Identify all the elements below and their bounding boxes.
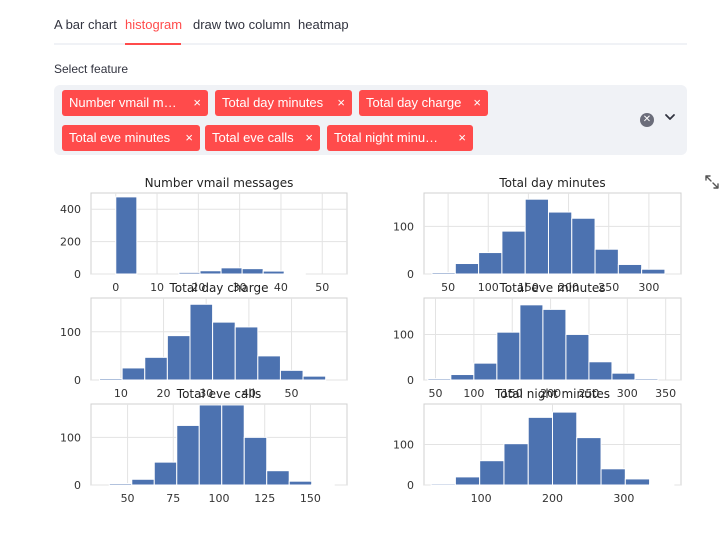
chart-title: Total night minutes bbox=[494, 387, 610, 401]
histogram-bar bbox=[257, 355, 281, 381]
histogram-bar bbox=[283, 272, 306, 275]
y-tick-label: 400 bbox=[60, 203, 81, 216]
histogram-bar bbox=[576, 437, 602, 486]
x-tick-label: 350 bbox=[655, 387, 676, 400]
x-tick-label: 300 bbox=[617, 387, 638, 400]
y-tick-label: 100 bbox=[60, 431, 81, 444]
histogram-bar bbox=[241, 268, 264, 275]
y-tick-label: 100 bbox=[393, 328, 414, 341]
histogram-bar bbox=[524, 198, 549, 275]
x-tick-label: 50 bbox=[121, 492, 135, 505]
x-tick-label: 10 bbox=[150, 281, 164, 294]
x-tick-label: 0 bbox=[112, 281, 119, 294]
histogram-bar bbox=[131, 478, 155, 486]
histogram-bar bbox=[501, 230, 526, 275]
histogram-bar bbox=[221, 404, 245, 486]
histogram-bar bbox=[611, 372, 636, 381]
histogram-bar bbox=[279, 369, 304, 381]
histogram-bar bbox=[634, 378, 659, 381]
histogram-bar bbox=[624, 478, 651, 486]
x-tick-label: 300 bbox=[613, 492, 634, 505]
histogram-bar bbox=[427, 378, 452, 381]
y-tick-label: 0 bbox=[407, 374, 414, 387]
x-tick-label: 20 bbox=[157, 387, 171, 400]
histogram-bar bbox=[288, 480, 313, 486]
x-tick-label: 50 bbox=[441, 281, 455, 294]
chart-title: Total day minutes bbox=[498, 176, 605, 190]
x-tick-label: 100 bbox=[471, 492, 492, 505]
histogram-bar bbox=[527, 416, 554, 486]
histogram-bar bbox=[519, 304, 544, 381]
histogram-bar bbox=[617, 263, 643, 275]
histogram-bar bbox=[121, 367, 146, 381]
histogram-bar bbox=[266, 470, 290, 486]
histogram-bar bbox=[641, 268, 666, 275]
histogram-bar bbox=[302, 375, 327, 381]
histogram-bar bbox=[431, 272, 456, 275]
histogram-bar bbox=[212, 321, 236, 381]
histogram-grid: 0 10 20 30 40 500200400Number vmail messages5… bbox=[60, 176, 682, 505]
histogram-bar bbox=[176, 424, 200, 486]
histogram-bar bbox=[547, 211, 573, 275]
histogram-bar bbox=[594, 248, 619, 275]
y-tick-label: 100 bbox=[393, 439, 414, 452]
x-tick-label: 200 bbox=[542, 492, 563, 505]
histogram-bar bbox=[565, 333, 590, 381]
x-tick-label: 50 bbox=[429, 387, 443, 400]
x-tick-label: 50 bbox=[285, 387, 299, 400]
histogram-bar bbox=[234, 326, 259, 381]
histogram-bar bbox=[189, 303, 214, 381]
histogram-bar bbox=[473, 362, 498, 381]
histogram-bar bbox=[144, 356, 168, 381]
histogram-bar bbox=[571, 217, 596, 275]
histogram-bar bbox=[496, 331, 521, 381]
x-tick-label: 100 bbox=[478, 281, 499, 294]
histogram-bar bbox=[99, 378, 123, 381]
x-tick-label: 125 bbox=[254, 492, 275, 505]
y-tick-label: 0 bbox=[74, 374, 81, 387]
y-tick-label: 200 bbox=[60, 236, 81, 249]
x-tick-label: 75 bbox=[166, 492, 180, 505]
histogram-bar bbox=[430, 483, 456, 486]
chart-title: Total eve calls bbox=[176, 387, 261, 401]
chart-title: Total day charge bbox=[168, 281, 268, 295]
histogram-bar bbox=[198, 404, 223, 486]
histogram-bar bbox=[199, 270, 222, 275]
histogram-bar bbox=[478, 252, 503, 275]
histogram-bar bbox=[649, 483, 675, 486]
histogram-bar bbox=[178, 271, 201, 275]
histogram-bar bbox=[454, 263, 480, 275]
histogram-bar bbox=[108, 483, 133, 486]
x-tick-label: 40 bbox=[274, 281, 288, 294]
y-tick-label: 0 bbox=[74, 479, 81, 492]
x-tick-label: 300 bbox=[638, 281, 659, 294]
chart-title: Total eve minutes bbox=[498, 281, 605, 295]
y-tick-label: 0 bbox=[74, 268, 81, 281]
y-tick-label: 100 bbox=[60, 326, 81, 339]
histogram-bar bbox=[153, 461, 178, 486]
y-tick-label: 0 bbox=[407, 479, 414, 492]
y-tick-label: 0 bbox=[407, 268, 414, 281]
histogram-bar bbox=[552, 411, 578, 486]
histogram-bar bbox=[243, 436, 268, 486]
x-tick-label: 150 bbox=[300, 492, 321, 505]
histogram-bar bbox=[450, 374, 475, 381]
histogram-bar bbox=[542, 308, 567, 381]
histogram-bar bbox=[503, 443, 529, 486]
x-tick-label: 10 bbox=[114, 387, 128, 400]
histogram-bar bbox=[262, 270, 285, 275]
x-tick-label: 100 bbox=[463, 387, 484, 400]
y-tick-label: 100 bbox=[393, 220, 414, 233]
histogram-bar bbox=[166, 335, 191, 381]
histogram-bar bbox=[115, 196, 138, 275]
histogram-bar bbox=[479, 460, 505, 486]
histogram-bar bbox=[220, 267, 243, 275]
x-tick-label: 100 bbox=[209, 492, 230, 505]
chart-title: Number vmail messages bbox=[145, 176, 294, 190]
x-tick-label: 50 bbox=[315, 281, 329, 294]
histogram-bar bbox=[588, 361, 613, 381]
histogram-bar bbox=[600, 468, 626, 486]
histogram-bar bbox=[454, 476, 481, 486]
